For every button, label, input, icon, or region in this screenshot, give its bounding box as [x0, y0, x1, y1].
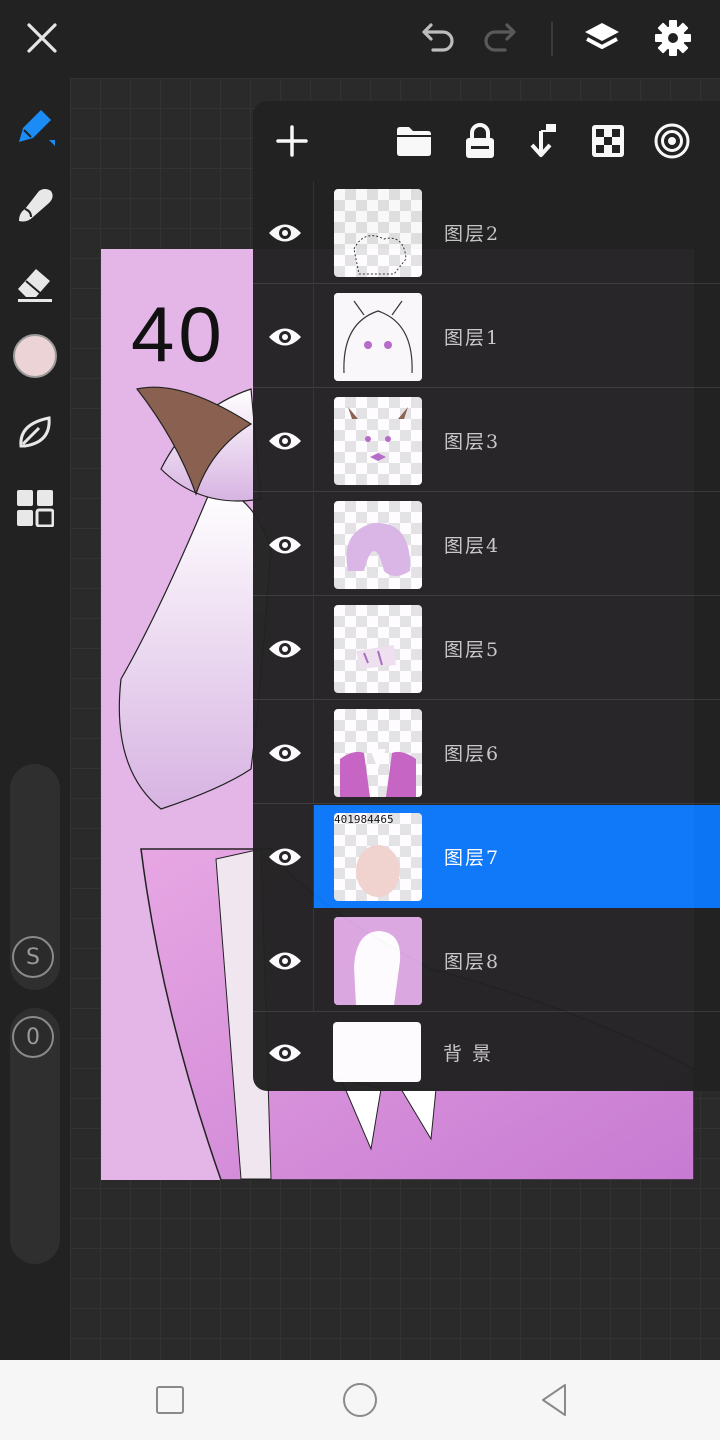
lock-icon[interactable]	[456, 117, 504, 165]
layer-name: 图层1	[444, 327, 501, 349]
eraser-icon[interactable]	[11, 259, 59, 307]
layer-name: 图层6	[444, 743, 501, 765]
layer-name: 图层3	[444, 431, 501, 453]
eye-icon[interactable]	[263, 419, 307, 463]
artwork-number-text: 40	[131, 290, 226, 378]
layer-row[interactable]: 图层6	[253, 701, 720, 804]
system-nav-bar	[0, 1360, 720, 1440]
layer-thumbnail	[334, 397, 422, 485]
layer-name: 图层2	[444, 223, 501, 245]
layers-panel: 图层2 图层1 图层3 图层4 图层5 图层6 401984465 图层7 图层…	[253, 101, 720, 1091]
layer-item-selected[interactable]: 401984465 图层7	[313, 805, 720, 908]
layer-row[interactable]: 图层5	[253, 597, 720, 700]
layer-name: 图层4	[444, 535, 501, 557]
color-swatch[interactable]	[11, 332, 59, 380]
layer-row[interactable]: 图层4	[253, 493, 720, 596]
layer-item[interactable]: 图层1	[313, 285, 720, 388]
merge-down-icon[interactable]	[520, 117, 568, 165]
layer-item-background[interactable]: 背 景	[313, 1013, 720, 1091]
layer-name: 背 景	[443, 1043, 494, 1065]
layer-name: 图层7	[444, 847, 501, 869]
layer-item[interactable]: 图层8	[313, 909, 720, 1012]
layer-name: 图层8	[444, 951, 501, 973]
layer-item[interactable]: 图层4	[313, 493, 720, 596]
eye-icon[interactable]	[263, 627, 307, 671]
leaf-icon[interactable]	[11, 408, 59, 456]
layer-thumbnail	[334, 501, 422, 589]
layer-thumbnail: 401984465	[334, 813, 422, 901]
eye-icon[interactable]	[263, 835, 307, 879]
layer-row[interactable]: 图层8	[253, 909, 720, 1012]
blend-icon[interactable]	[648, 117, 696, 165]
layer-thumbnail	[334, 189, 422, 277]
layer-name: 图层5	[444, 639, 501, 661]
gear-icon[interactable]	[649, 14, 697, 62]
layer-row[interactable]: 背 景	[253, 1013, 720, 1091]
layer-thumbnail	[333, 1022, 421, 1082]
back-icon[interactable]	[530, 1376, 578, 1424]
brush-size-slider[interactable]: S	[10, 764, 60, 990]
left-toolbar: S 0	[0, 78, 70, 1360]
square-icon[interactable]	[146, 1376, 194, 1424]
grid-icon[interactable]	[11, 484, 59, 532]
layer-row[interactable]: 图层1	[253, 285, 720, 388]
eye-icon[interactable]	[263, 939, 307, 983]
layer-item[interactable]: 图层2	[313, 181, 720, 284]
eye-icon[interactable]	[263, 1031, 307, 1075]
layer-thumbnail	[334, 293, 422, 381]
brush-size-knob[interactable]: S	[12, 936, 54, 978]
layer-row[interactable]: 401984465 图层7	[253, 805, 720, 908]
pen-icon[interactable]	[11, 102, 59, 150]
layer-item[interactable]: 图层5	[313, 597, 720, 700]
layers-icon[interactable]	[578, 14, 626, 62]
layer-thumbnail	[334, 917, 422, 1005]
eye-icon[interactable]	[263, 731, 307, 775]
layer-thumbnail	[334, 709, 422, 797]
layer-row[interactable]: 图层3	[253, 389, 720, 492]
close-icon[interactable]	[18, 14, 66, 62]
top-toolbar	[0, 0, 720, 78]
smudge-icon[interactable]	[11, 181, 59, 229]
eye-icon[interactable]	[263, 315, 307, 359]
transparency-icon[interactable]	[584, 117, 632, 165]
layer-thumbnail	[334, 605, 422, 693]
layers-panel-toolbar	[253, 101, 720, 181]
layer-row[interactable]: 图层2	[253, 181, 720, 284]
eye-icon[interactable]	[263, 523, 307, 567]
opacity-knob[interactable]: 0	[12, 1016, 54, 1058]
plus-icon[interactable]	[268, 117, 316, 165]
toolbar-divider	[551, 22, 553, 56]
layer-item[interactable]: 图层6	[313, 701, 720, 804]
folder-icon[interactable]	[390, 117, 438, 165]
circle-icon[interactable]	[336, 1376, 384, 1424]
layer-item[interactable]: 图层3	[313, 389, 720, 492]
eye-icon[interactable]	[263, 211, 307, 255]
undo-icon[interactable]	[413, 14, 461, 62]
thumbnail-text: 401984465	[334, 813, 394, 826]
redo-icon[interactable]	[477, 14, 525, 62]
opacity-slider[interactable]: 0	[10, 1008, 60, 1264]
